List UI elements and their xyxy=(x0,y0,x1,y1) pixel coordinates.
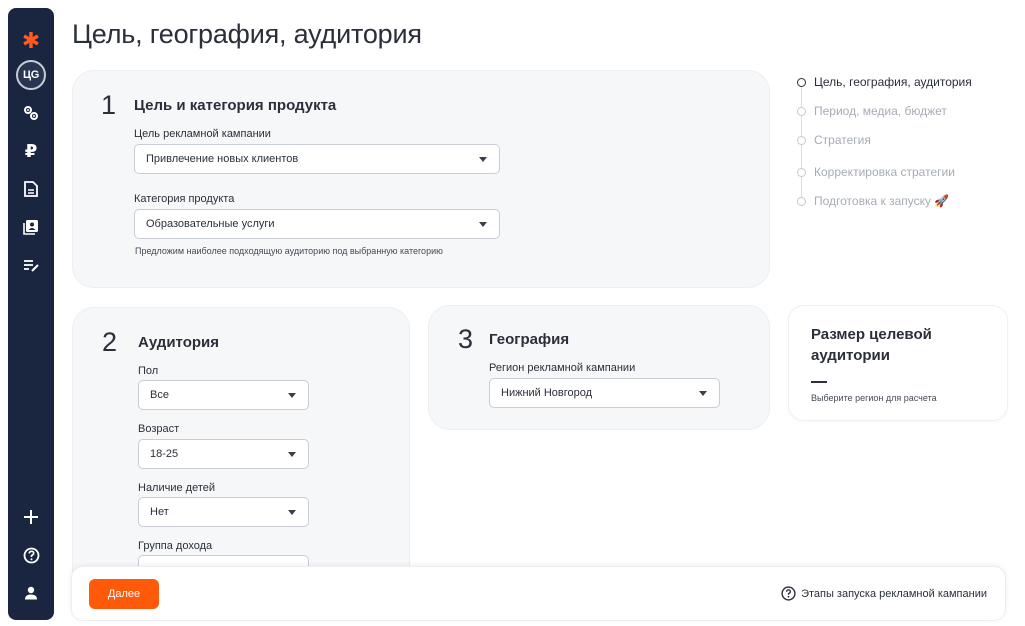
section-title: Аудитория xyxy=(138,334,219,351)
category-select[interactable]: Образовательные услуги xyxy=(134,209,500,239)
category-label: Категория продукта xyxy=(134,193,235,205)
step-launch-prep[interactable]: Подготовка к запуску 🚀 xyxy=(796,193,949,209)
logo[interactable]: ✱ xyxy=(8,26,54,56)
step-label: Цель, география, аудитория xyxy=(814,75,972,89)
step-strategy[interactable]: Стратегия xyxy=(796,132,871,148)
category-select-value: Образовательные услуги xyxy=(146,218,275,230)
step-label: Подготовка к запуску 🚀 xyxy=(814,194,950,208)
logo-asterisk-icon: ✱ xyxy=(21,28,41,53)
audience-size-hint: Выберите регион для расчета xyxy=(811,393,937,403)
audience-size-card: Размер целевой аудитории Выберите регион… xyxy=(788,305,1008,421)
sidebar-help-button[interactable] xyxy=(8,540,54,570)
help-icon xyxy=(23,547,39,563)
children-select[interactable]: Нет xyxy=(138,497,309,527)
section-number: 1 xyxy=(101,90,117,120)
children-label: Наличие детей xyxy=(138,482,216,494)
gears-icon xyxy=(24,106,38,120)
user-icon xyxy=(25,586,37,600)
age-label: Возраст xyxy=(138,423,180,435)
sidebar-item-contacts[interactable] xyxy=(8,212,54,242)
section-title: Цель и категория продукта xyxy=(134,97,337,114)
age-select[interactable]: 18-25 xyxy=(138,439,309,469)
step-label: Корректировка стратегии xyxy=(814,165,955,179)
step-dot-icon xyxy=(797,196,806,206)
sidebar: ✱ ЦG ₽ xyxy=(8,8,54,620)
chevron-down-icon xyxy=(479,222,487,227)
section-number: 2 xyxy=(102,327,118,357)
step-dot-icon xyxy=(797,135,806,145)
sidebar-add-button[interactable] xyxy=(8,502,54,532)
income-label: Группа дохода xyxy=(138,540,213,552)
sidebar-item-documents[interactable] xyxy=(8,174,54,204)
chevron-down-icon xyxy=(288,452,296,457)
goal-select[interactable]: Привлечение новых клиентов xyxy=(134,144,500,174)
audience-card: 2 Аудитория Пол Все Возраст 18-25 Наличи… xyxy=(72,307,410,607)
chevron-down-icon xyxy=(699,391,707,396)
step-strategy-correction[interactable]: Корректировка стратегии xyxy=(796,164,955,180)
region-select-value: Нижний Новгород xyxy=(501,387,593,399)
step-label: Период, медиа, бюджет xyxy=(814,104,947,118)
chevron-down-icon xyxy=(479,157,487,162)
children-select-value: Нет xyxy=(150,506,169,518)
sidebar-item-settings[interactable] xyxy=(8,98,54,128)
ruble-icon: ₽ xyxy=(24,140,38,161)
document-icon xyxy=(24,181,38,197)
page-title: Цель, география, аудитория xyxy=(72,19,422,49)
region-label: Регион рекламной кампании xyxy=(489,362,636,374)
step-dot-icon xyxy=(797,77,806,87)
contacts-icon xyxy=(23,220,38,235)
avatar: ЦG xyxy=(16,60,46,90)
avatar-button[interactable]: ЦG xyxy=(8,58,54,92)
goal-label: Цель рекламной кампании xyxy=(134,128,271,140)
gender-select-value: Все xyxy=(150,389,169,401)
gender-label: Пол xyxy=(138,365,159,377)
plus-icon xyxy=(24,510,38,524)
step-label: Стратегия xyxy=(814,133,871,147)
next-button[interactable]: Далее xyxy=(89,579,159,609)
avatar-initials: ЦG xyxy=(23,69,39,81)
launch-stages-link[interactable]: Этапы запуска рекламной кампании xyxy=(781,586,987,601)
bottom-action-bar: Далее Этапы запуска рекламной кампании xyxy=(71,566,1006,621)
step-period-media-budget[interactable]: Период, медиа, бюджет xyxy=(796,103,947,119)
step-dot-icon xyxy=(797,106,806,116)
goal-category-card: 1 Цель и категория продукта Цель рекламн… xyxy=(72,70,770,288)
section-title: География xyxy=(489,331,570,348)
step-goal-geo-audience[interactable]: Цель, география, аудитория xyxy=(796,74,972,90)
geography-card: 3 География Регион рекламной кампании Ни… xyxy=(428,305,770,430)
goal-select-value: Привлечение новых клиентов xyxy=(146,153,299,165)
sidebar-item-edit[interactable] xyxy=(8,251,54,281)
sidebar-profile-button[interactable] xyxy=(8,578,54,608)
section-number: 3 xyxy=(458,324,474,354)
region-select[interactable]: Нижний Новгород xyxy=(489,378,720,408)
step-dot-icon xyxy=(797,167,806,177)
audience-size-title: Размер целевой аудитории xyxy=(811,326,932,364)
sidebar-item-budget[interactable]: ₽ xyxy=(8,136,54,166)
age-select-value: 18-25 xyxy=(150,448,179,460)
category-hint: Предложим наиболее подходящую аудиторию … xyxy=(135,246,443,256)
launch-stages-label: Этапы запуска рекламной кампании xyxy=(801,587,987,600)
gender-select[interactable]: Все xyxy=(138,380,309,410)
chevron-down-icon xyxy=(288,393,296,398)
edit-list-icon xyxy=(24,260,39,272)
chevron-down-icon xyxy=(288,510,296,515)
audience-size-value xyxy=(811,381,827,383)
help-icon xyxy=(781,586,796,601)
